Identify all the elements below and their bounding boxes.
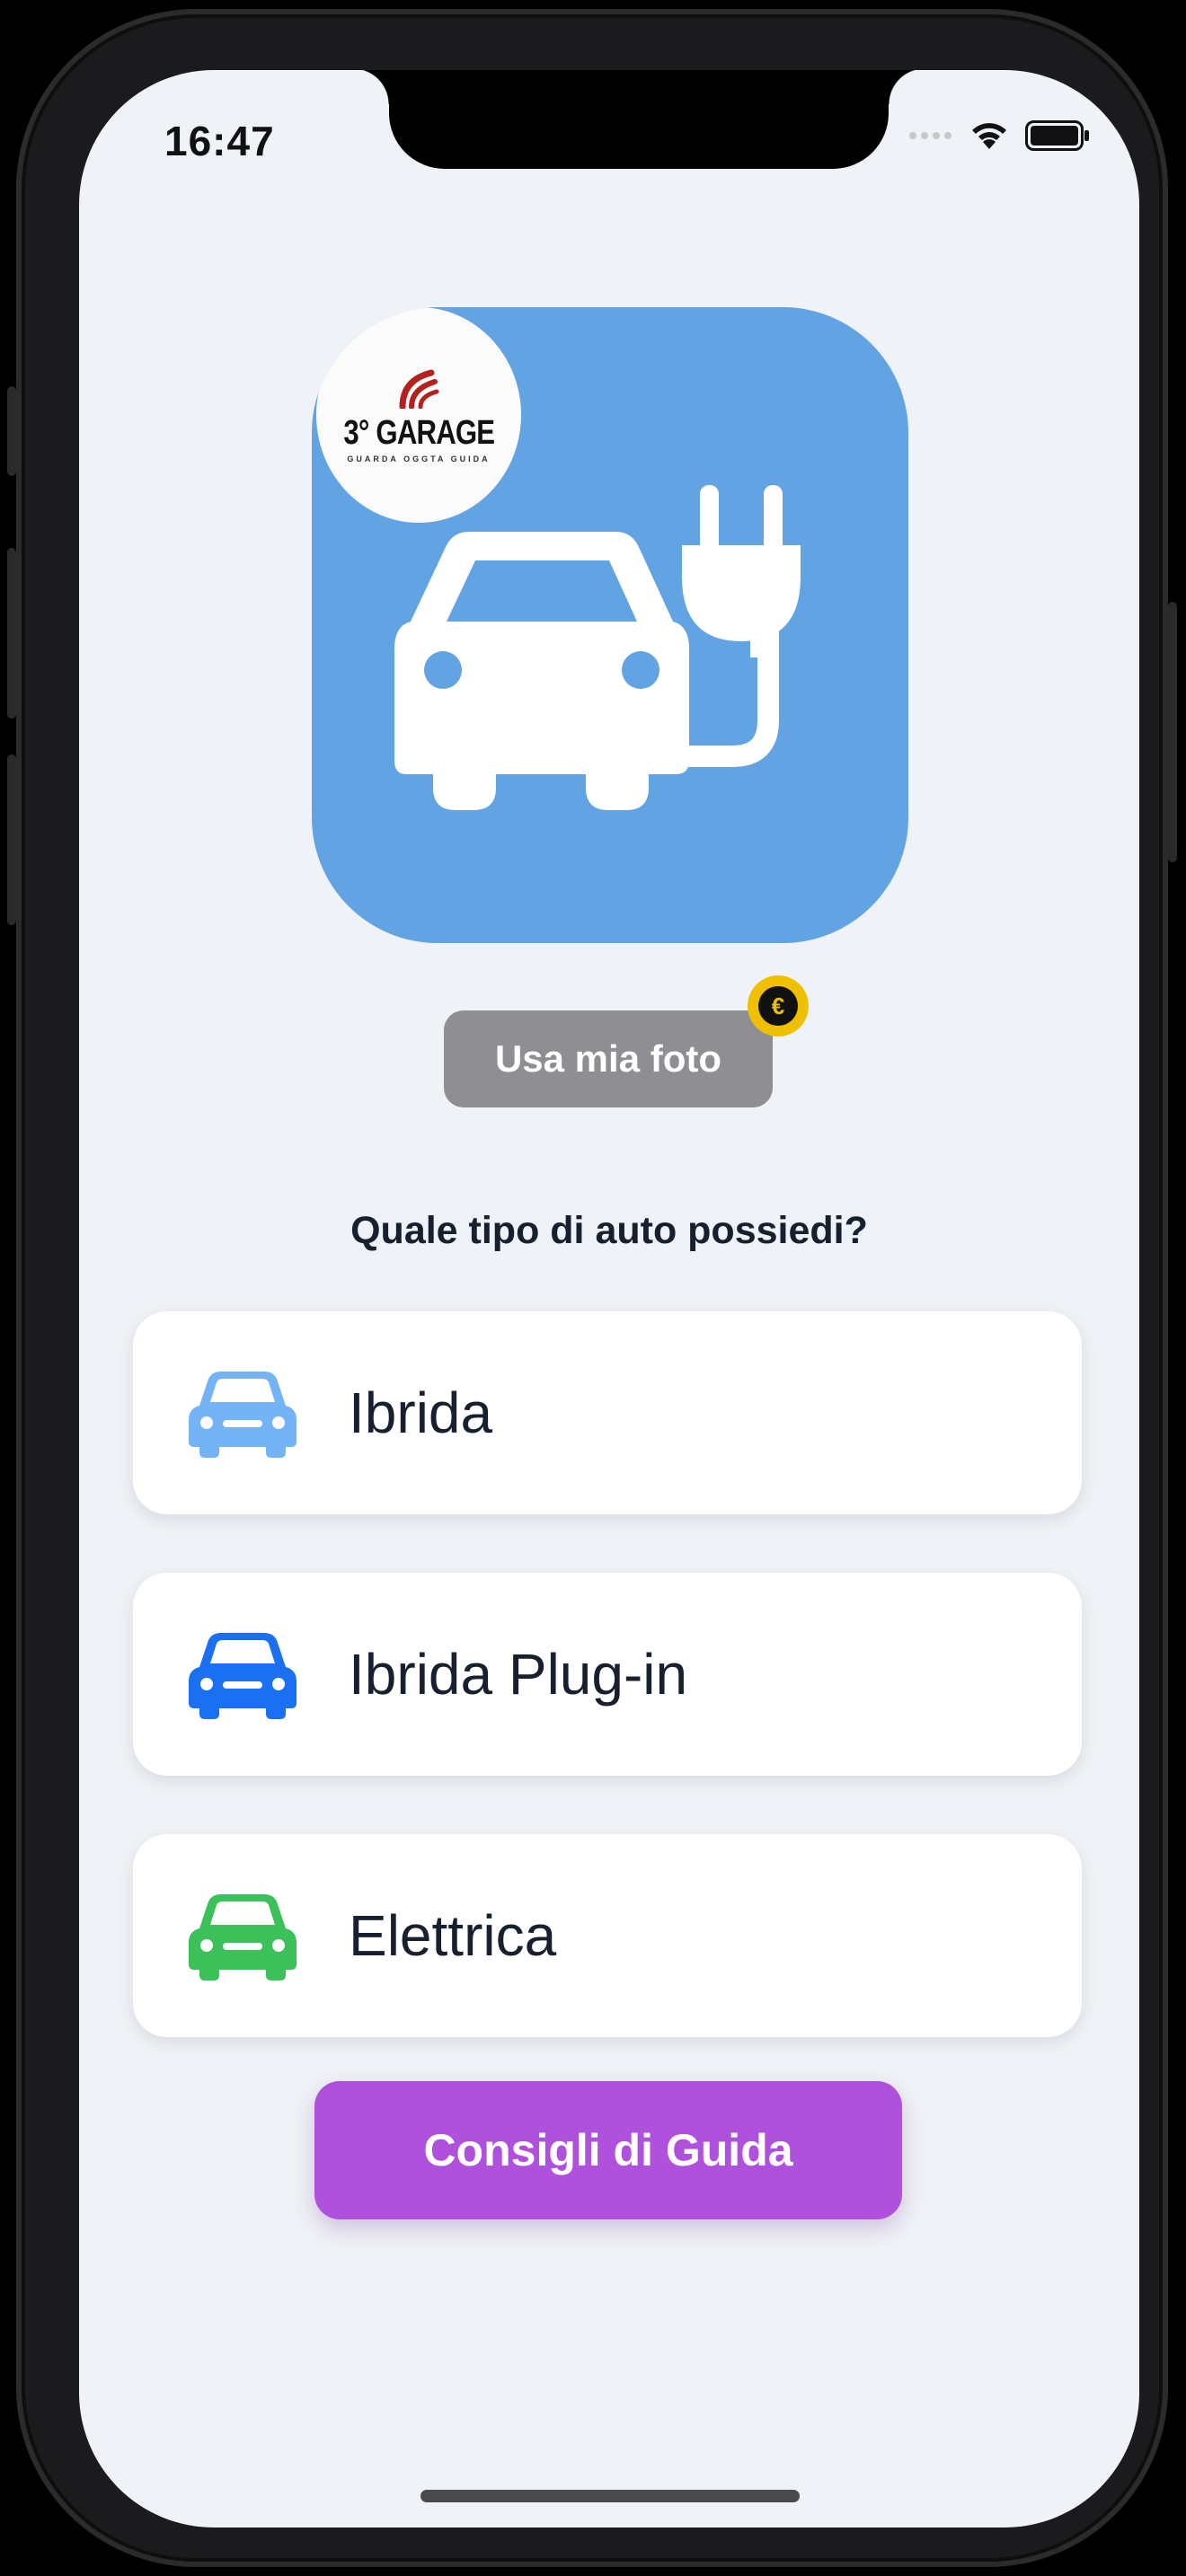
- device-frame: 16:47 3° GARAGE GUARDA OGGTA GUIDA Usa m…: [7, 9, 1177, 2567]
- car-icon: [189, 1633, 296, 1719]
- option-label: Ibrida Plug-in: [349, 1642, 688, 1707]
- side-button: [1168, 602, 1177, 862]
- cellular-signal-icon: [909, 132, 951, 139]
- euro-coin-icon: €: [748, 975, 809, 1037]
- car-icon: [189, 1894, 296, 1981]
- driving-tips-button[interactable]: Consigli di Guida: [314, 2081, 902, 2219]
- status-time: 16:47: [164, 118, 275, 164]
- mute-switch: [7, 386, 16, 476]
- volume-up-button: [7, 548, 16, 719]
- car-icon: [189, 1372, 296, 1458]
- wifi-icon: [972, 123, 1006, 149]
- app-icon: 3° GARAGE GUARDA OGGTA GUIDA: [312, 307, 908, 943]
- screen: 16:47 3° GARAGE GUARDA OGGTA GUIDA Usa m…: [79, 70, 1139, 2527]
- option-plug-in-hybrid[interactable]: Ibrida Plug-in: [133, 1573, 1082, 1776]
- home-indicator[interactable]: [420, 2490, 800, 2502]
- option-electric[interactable]: Elettrica: [133, 1834, 1082, 2037]
- status-icons: [908, 120, 1090, 151]
- logo-subtitle: GUARDA OGGTA GUIDA: [347, 454, 491, 463]
- volume-down-button: [7, 754, 16, 925]
- garage-logo: 3° GARAGE GUARDA OGGTA GUIDA: [316, 307, 521, 523]
- option-label: Elettrica: [349, 1903, 557, 1968]
- euro-symbol: €: [758, 986, 798, 1026]
- use-my-photo-button[interactable]: Usa mia foto: [444, 1010, 773, 1107]
- notch: [353, 70, 925, 169]
- option-hybrid[interactable]: Ibrida: [133, 1311, 1082, 1514]
- wifi-signal-logo-icon: [399, 369, 439, 409]
- car-type-question: Quale tipo di auto possiedi?: [350, 1209, 868, 1252]
- logo-title: 3° GARAGE: [343, 413, 495, 452]
- battery-icon: [1025, 120, 1089, 151]
- option-label: Ibrida: [349, 1381, 493, 1445]
